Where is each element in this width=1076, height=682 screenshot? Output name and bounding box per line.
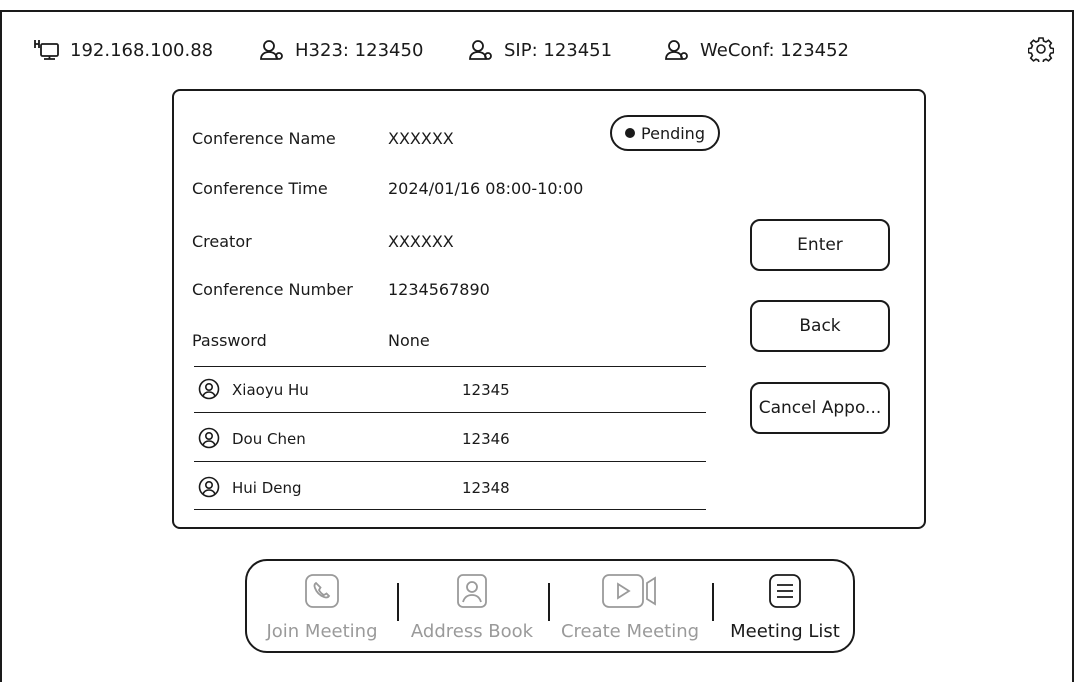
nav-join-meeting[interactable]: Join Meeting bbox=[255, 561, 389, 651]
weconf-number: WeConf: 123452 bbox=[700, 39, 850, 61]
participant-number: 12346 bbox=[462, 430, 510, 448]
network-status: 192.168.100.88 bbox=[34, 38, 213, 62]
phone-icon bbox=[305, 574, 339, 608]
nav-divider bbox=[397, 583, 399, 621]
divider bbox=[194, 412, 706, 413]
nav-label: Address Book bbox=[410, 621, 534, 642]
user-icon bbox=[198, 476, 220, 498]
contact-icon bbox=[457, 574, 487, 608]
participant-row[interactable]: Dou Chen 12346 bbox=[198, 427, 698, 451]
sip-status: SIP: 123451 bbox=[468, 38, 612, 62]
conference-number-label: Conference Number bbox=[192, 280, 353, 299]
conference-detail-card: Pending Conference Name XXXXXX Conferenc… bbox=[172, 89, 926, 529]
divider bbox=[194, 461, 706, 462]
conference-number-value: 1234567890 bbox=[388, 280, 490, 299]
password-label: Password bbox=[192, 331, 267, 350]
nav-divider bbox=[548, 583, 550, 621]
nav-create-meeting[interactable]: Create Meeting bbox=[556, 561, 704, 651]
back-button[interactable]: Back bbox=[750, 300, 890, 352]
user-icon bbox=[198, 427, 220, 449]
creator-label: Creator bbox=[192, 232, 252, 251]
enter-button[interactable]: Enter bbox=[750, 219, 890, 271]
participant-name: Hui Deng bbox=[232, 479, 302, 497]
nav-label: Meeting List bbox=[730, 621, 840, 642]
participant-name: Xiaoyu Hu bbox=[232, 381, 309, 399]
gear-icon bbox=[1027, 37, 1055, 64]
participant-name: Dou Chen bbox=[232, 430, 306, 448]
nav-meeting-list[interactable]: Meeting List bbox=[721, 561, 849, 651]
nav-address-book[interactable]: Address Book bbox=[405, 561, 539, 651]
divider bbox=[194, 509, 706, 510]
video-icon bbox=[602, 574, 656, 608]
nav-divider bbox=[712, 583, 714, 621]
h323-number: H323: 123450 bbox=[295, 39, 424, 61]
status-bar: 192.168.100.88 H323: 123450 SIP: 123451 … bbox=[34, 38, 1070, 62]
ethernet-icon bbox=[34, 40, 59, 60]
conference-time-label: Conference Time bbox=[192, 179, 328, 198]
account-icon bbox=[260, 40, 283, 60]
account-icon bbox=[469, 40, 492, 60]
account-icon bbox=[665, 40, 688, 60]
ip-address: 192.168.100.88 bbox=[70, 39, 214, 61]
status-badge: Pending bbox=[610, 115, 720, 151]
settings-button[interactable] bbox=[1027, 36, 1055, 64]
conference-time-value: 2024/01/16 08:00-10:00 bbox=[388, 179, 584, 198]
bottom-nav: Join Meeting Address Book Create Meeting… bbox=[245, 559, 855, 653]
creator-value: XXXXXX bbox=[388, 232, 454, 251]
participant-number: 12348 bbox=[462, 479, 510, 497]
cancel-appointment-button[interactable]: Cancel Appo... bbox=[750, 382, 890, 434]
participant-number: 12345 bbox=[462, 381, 510, 399]
weconf-status: WeConf: 123452 bbox=[664, 38, 849, 62]
user-icon bbox=[198, 378, 220, 400]
sip-number: SIP: 123451 bbox=[504, 39, 613, 61]
conference-name-value: XXXXXX bbox=[388, 129, 454, 148]
divider bbox=[194, 366, 706, 367]
nav-label: Create Meeting bbox=[560, 621, 700, 642]
status-badge-label: Pending bbox=[641, 123, 705, 143]
participant-row[interactable]: Xiaoyu Hu 12345 bbox=[198, 378, 698, 402]
participant-row[interactable]: Hui Deng 12348 bbox=[198, 476, 698, 500]
conference-name-label: Conference Name bbox=[192, 129, 336, 148]
password-value: None bbox=[388, 331, 430, 350]
nav-label: Join Meeting bbox=[266, 621, 378, 642]
h323-status: H323: 123450 bbox=[259, 38, 423, 62]
status-dot-icon bbox=[625, 128, 636, 138]
list-icon bbox=[769, 574, 801, 608]
